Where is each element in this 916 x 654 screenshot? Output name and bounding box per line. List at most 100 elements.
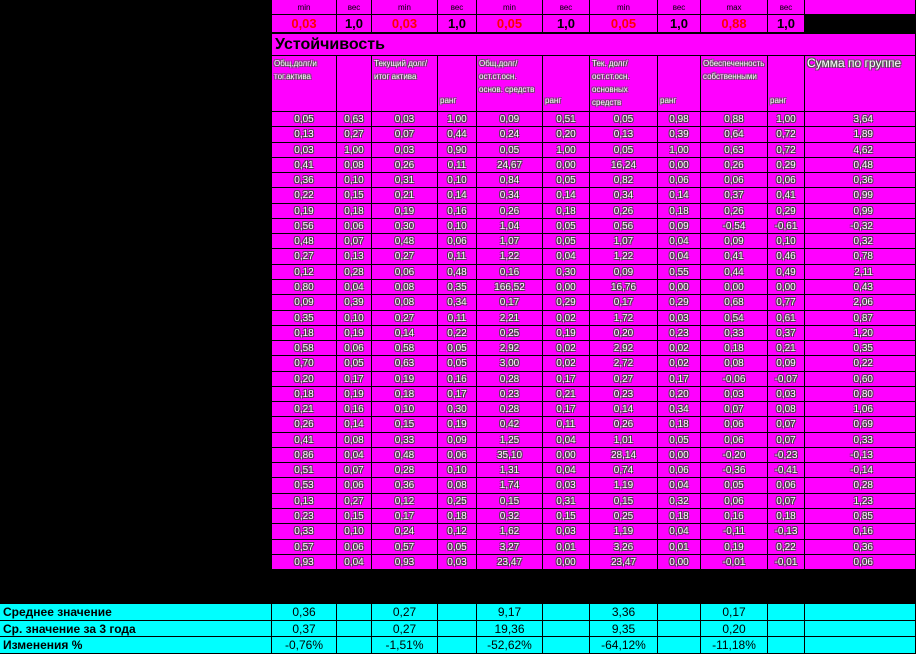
data-cell[interactable]: 0,37 bbox=[701, 188, 768, 204]
data-cell[interactable]: 0,06 bbox=[701, 432, 768, 448]
data-cell[interactable]: 0,06 bbox=[438, 447, 477, 464]
data-cell[interactable]: 0,15 bbox=[590, 493, 658, 510]
data-cell[interactable]: 0,35 bbox=[438, 279, 477, 296]
data-cell[interactable]: 0,05 bbox=[438, 356, 477, 372]
data-cell[interactable]: 0,11 bbox=[543, 417, 590, 433]
data-cell[interactable]: 0,63 bbox=[337, 112, 372, 128]
data-cell[interactable]: 0,16 bbox=[805, 524, 916, 540]
data-cell[interactable]: 0,37 bbox=[768, 325, 805, 342]
data-cell[interactable]: 0,22 bbox=[438, 325, 477, 342]
data-cell[interactable]: 0,51 bbox=[272, 463, 337, 479]
data-cell[interactable]: 0,68 bbox=[701, 295, 768, 311]
data-cell[interactable]: 0,27 bbox=[590, 371, 658, 387]
data-cell[interactable]: 0,06 bbox=[768, 478, 805, 494]
data-cell[interactable]: 0,57 bbox=[372, 539, 438, 555]
data-cell[interactable]: 0,25 bbox=[438, 493, 477, 510]
data-cell[interactable]: 23,47 bbox=[590, 554, 658, 571]
data-cell[interactable]: 0,28 bbox=[805, 478, 916, 494]
data-cell[interactable]: 0,36 bbox=[272, 173, 337, 189]
footer-empty[interactable] bbox=[768, 637, 805, 654]
data-cell[interactable]: 16,24 bbox=[590, 157, 658, 174]
data-cell[interactable]: 0,74 bbox=[590, 463, 658, 479]
data-cell[interactable]: 0,32 bbox=[805, 234, 916, 250]
data-cell[interactable]: 24,67 bbox=[477, 157, 543, 174]
data-cell[interactable]: 0,26 bbox=[272, 417, 337, 433]
data-cell[interactable]: 0,09 bbox=[477, 112, 543, 128]
footer-value[interactable]: 0,20 bbox=[701, 620, 768, 637]
footer-empty[interactable] bbox=[543, 620, 590, 637]
data-cell[interactable]: 0,00 bbox=[768, 279, 805, 296]
data-cell[interactable]: 0,44 bbox=[701, 264, 768, 280]
data-cell[interactable]: 0,21 bbox=[543, 386, 590, 403]
data-cell[interactable]: 1,04 bbox=[477, 218, 543, 235]
data-cell[interactable]: 2,92 bbox=[590, 341, 658, 357]
data-cell[interactable]: 0,63 bbox=[701, 142, 768, 158]
data-cell[interactable]: 0,90 bbox=[438, 142, 477, 158]
data-cell[interactable]: 0,58 bbox=[372, 341, 438, 357]
data-cell[interactable]: 0,14 bbox=[658, 188, 701, 204]
data-cell[interactable]: 0,35 bbox=[272, 310, 337, 326]
data-cell[interactable]: 0,34 bbox=[658, 402, 701, 418]
data-cell[interactable]: 0,60 bbox=[805, 371, 916, 387]
data-cell[interactable]: 0,15 bbox=[372, 417, 438, 433]
data-cell[interactable]: 0,61 bbox=[768, 310, 805, 326]
data-cell[interactable]: 0,28 bbox=[477, 371, 543, 387]
top-value-cell[interactable]: 1,0 bbox=[438, 15, 477, 33]
footer-value[interactable]: 9,35 bbox=[590, 620, 658, 637]
top-value-cell[interactable]: 1,0 bbox=[658, 15, 701, 33]
data-cell[interactable]: 0,00 bbox=[658, 447, 701, 464]
footer-empty[interactable] bbox=[805, 637, 916, 654]
data-cell[interactable]: 0,58 bbox=[272, 341, 337, 357]
data-cell[interactable]: 2,06 bbox=[805, 295, 916, 311]
data-cell[interactable]: 0,86 bbox=[272, 447, 337, 464]
data-cell[interactable]: 0,23 bbox=[658, 325, 701, 342]
data-cell[interactable]: 0,30 bbox=[543, 264, 590, 280]
data-cell[interactable]: 0,18 bbox=[543, 203, 590, 219]
data-cell[interactable]: 0,13 bbox=[590, 127, 658, 143]
data-cell[interactable]: 0,28 bbox=[337, 264, 372, 280]
data-cell[interactable]: 0,07 bbox=[768, 417, 805, 433]
data-cell[interactable]: 35,10 bbox=[477, 447, 543, 464]
data-cell[interactable]: 0,39 bbox=[658, 127, 701, 143]
data-cell[interactable]: 1,01 bbox=[590, 432, 658, 448]
data-cell[interactable]: 0,04 bbox=[658, 249, 701, 265]
data-cell[interactable]: 0,51 bbox=[543, 112, 590, 128]
data-cell[interactable]: 0,14 bbox=[543, 188, 590, 204]
top-value-cell[interactable]: 0,05 bbox=[477, 15, 543, 33]
data-cell[interactable]: 0,03 bbox=[543, 478, 590, 494]
top-label-cell[interactable]: вес bbox=[543, 0, 590, 15]
data-cell[interactable]: 4,62 bbox=[805, 142, 916, 158]
data-cell[interactable]: 0,07 bbox=[768, 493, 805, 510]
data-cell[interactable]: 0,05 bbox=[543, 218, 590, 235]
footer-empty[interactable] bbox=[768, 620, 805, 637]
data-cell[interactable]: 0,05 bbox=[701, 478, 768, 494]
data-cell[interactable]: 0,08 bbox=[768, 402, 805, 418]
data-cell[interactable]: 0,25 bbox=[590, 509, 658, 525]
data-cell[interactable]: 0,99 bbox=[805, 203, 916, 219]
top-value-cell[interactable]: 1,0 bbox=[768, 15, 805, 33]
top-label-cell[interactable]: min bbox=[590, 0, 658, 15]
data-cell[interactable]: 0,14 bbox=[438, 188, 477, 204]
footer-empty[interactable] bbox=[658, 620, 701, 637]
data-cell[interactable]: 1,00 bbox=[438, 112, 477, 128]
data-cell[interactable]: 0,19 bbox=[272, 203, 337, 219]
data-cell[interactable]: 0,02 bbox=[658, 356, 701, 372]
data-cell[interactable]: 0,72 bbox=[768, 127, 805, 143]
footer-empty[interactable] bbox=[438, 637, 477, 654]
data-cell[interactable]: 1,23 bbox=[805, 493, 916, 510]
data-cell[interactable]: 0,06 bbox=[658, 463, 701, 479]
data-cell[interactable]: 0,04 bbox=[337, 447, 372, 464]
data-cell[interactable]: 0,05 bbox=[590, 142, 658, 158]
data-cell[interactable]: 0,48 bbox=[805, 157, 916, 174]
footer-value[interactable]: -1,51% bbox=[372, 637, 438, 654]
data-cell[interactable]: 0,31 bbox=[543, 493, 590, 510]
data-cell[interactable]: 0,00 bbox=[658, 279, 701, 296]
data-cell[interactable]: 0,19 bbox=[701, 539, 768, 555]
data-cell[interactable]: 0,30 bbox=[438, 402, 477, 418]
data-cell[interactable]: 0,02 bbox=[543, 341, 590, 357]
top-value-cell[interactable]: 0,03 bbox=[372, 15, 438, 33]
data-cell[interactable]: 0,98 bbox=[658, 112, 701, 128]
data-cell[interactable]: 1,22 bbox=[477, 249, 543, 265]
data-cell[interactable]: 0,27 bbox=[337, 127, 372, 143]
data-cell[interactable]: 0,02 bbox=[543, 310, 590, 326]
